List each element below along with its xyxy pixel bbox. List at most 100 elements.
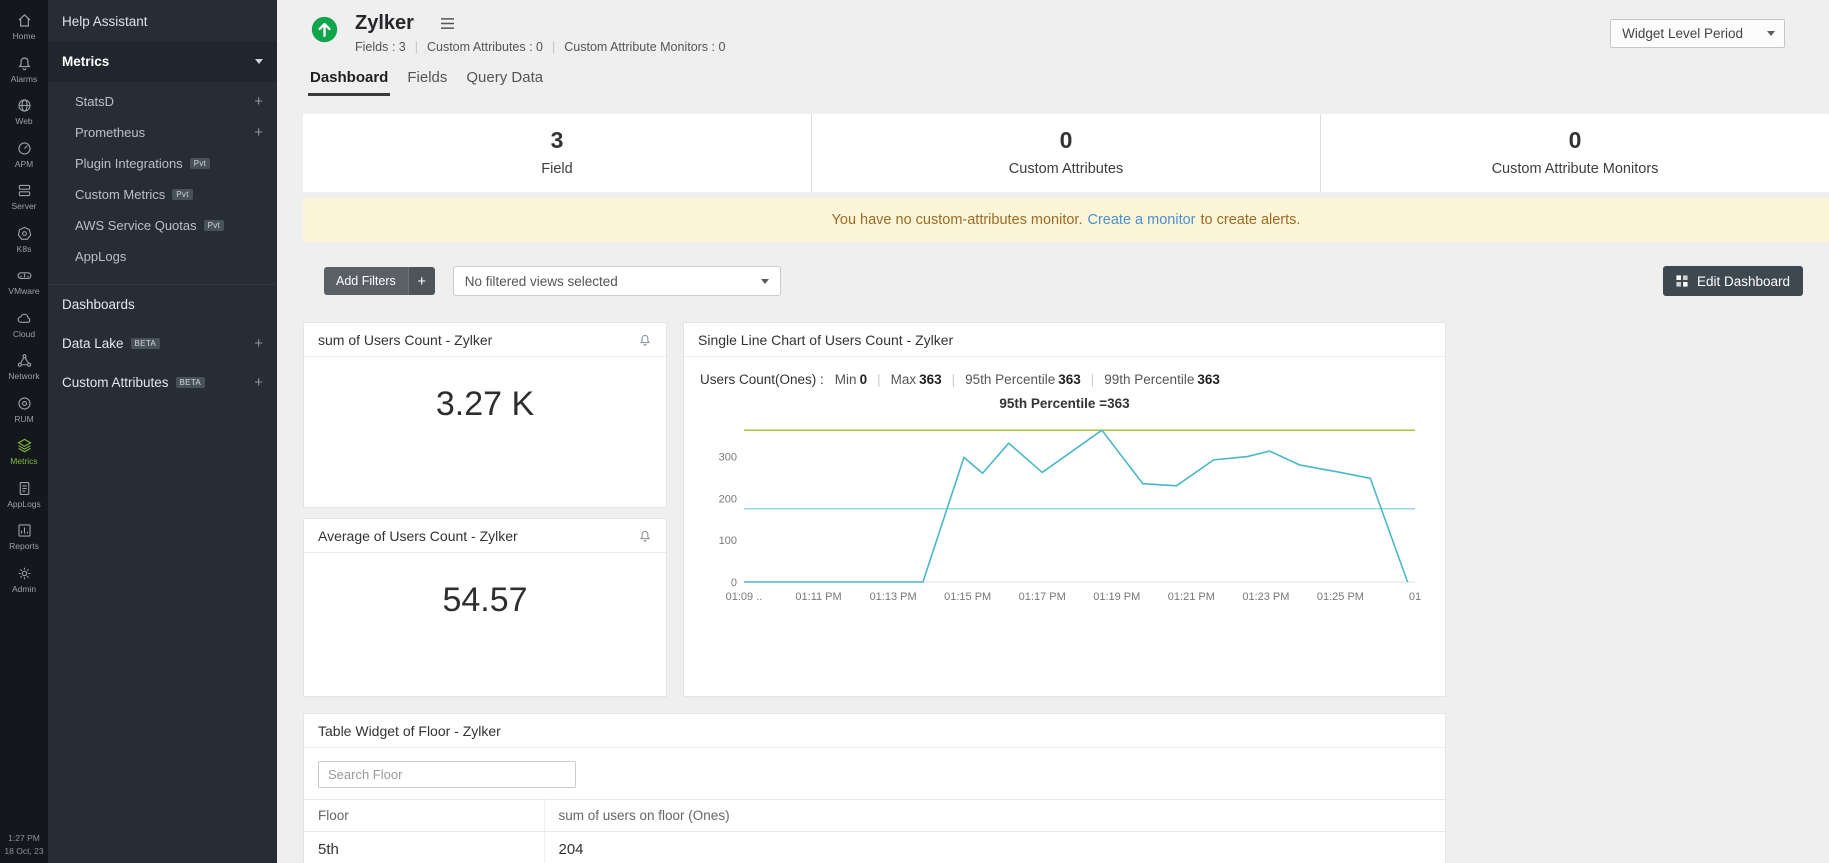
cell-sum: 204 bbox=[544, 831, 1445, 863]
nav-sidebar: Help Assistant Metrics StatsD + Promethe… bbox=[48, 0, 277, 863]
filtered-views-dropdown[interactable]: No filtered views selected bbox=[452, 266, 781, 296]
nav-item-label: AWS Service Quotas bbox=[75, 218, 197, 233]
expand-plus-icon[interactable]: + bbox=[254, 375, 263, 390]
alert-bell-icon[interactable] bbox=[638, 529, 652, 543]
nav-item-dashboards[interactable]: Dashboards bbox=[48, 284, 277, 324]
rail-item-metrics[interactable]: Metrics bbox=[0, 429, 48, 472]
nav-item-label: Prometheus bbox=[75, 125, 146, 140]
nav-item-label: AppLogs bbox=[75, 249, 127, 264]
filtered-views-value: No filtered views selected bbox=[464, 273, 618, 289]
widget-title: Average of Users Count - Zylker bbox=[318, 527, 518, 544]
widget-level-period-select[interactable]: Widget Level Period bbox=[1610, 19, 1785, 48]
banner-text-after: to create alerts. bbox=[1200, 212, 1301, 228]
rail-clock: 1:27 PM 18 Oct, 23 bbox=[0, 832, 48, 857]
rail-item-cloud[interactable]: Cloud bbox=[0, 302, 48, 345]
widgets-left-column: sum of Users Count - Zylker 3.27 K Avera… bbox=[303, 322, 667, 697]
monitor-meta: Fields : 3 | Custom Attributes : 0 | Custom … bbox=[355, 40, 725, 54]
rail-item-network[interactable]: Network bbox=[0, 344, 48, 387]
meta-separator: | bbox=[414, 40, 418, 54]
nav-item-data-lake[interactable]: Data Lake BETA + bbox=[48, 324, 277, 363]
rail-item-k8s[interactable]: K8s bbox=[0, 217, 48, 260]
nav-item-help-assistant[interactable]: Help Assistant bbox=[48, 0, 277, 41]
rail-item-label: Home bbox=[12, 31, 36, 41]
page-title: Zylker bbox=[355, 12, 414, 34]
svg-text:01:11 PM: 01:11 PM bbox=[795, 591, 841, 603]
tab-fields[interactable]: Fields bbox=[405, 69, 449, 96]
stat-value: 3 bbox=[550, 127, 564, 153]
alert-bell-icon[interactable] bbox=[638, 333, 652, 347]
table-widget-card: Table Widget of Floor - Zylker Floor sum… bbox=[303, 713, 1446, 863]
bell-icon bbox=[18, 56, 30, 70]
create-monitor-link[interactable]: Create a monitor bbox=[1088, 212, 1196, 228]
stat-label: Field bbox=[541, 161, 573, 177]
table-row[interactable]: 5th 204 bbox=[304, 831, 1445, 863]
legend-stat-min: Min 0 bbox=[834, 372, 868, 387]
rail-item-admin[interactable]: Admin bbox=[0, 557, 48, 600]
stat-custom-attributes: 0 Custom Attributes bbox=[812, 114, 1321, 192]
rail-item-label: Alarms bbox=[10, 73, 38, 84]
nav-item-plugin-integrations[interactable]: Plugin Integrations Pvt bbox=[48, 148, 277, 179]
tab-dashboard[interactable]: Dashboard bbox=[308, 69, 391, 96]
tab-query-data[interactable]: Query Data bbox=[464, 69, 545, 96]
expand-plus-icon[interactable]: + bbox=[254, 125, 263, 140]
nav-section-label: Metrics bbox=[62, 54, 110, 69]
rail-item-rum[interactable]: RUM bbox=[0, 387, 48, 430]
svg-text:01:17 PM: 01:17 PM bbox=[1019, 591, 1066, 603]
add-filters-button[interactable]: Add Filters + bbox=[324, 267, 435, 295]
rail-item-label: VMware bbox=[8, 286, 40, 296]
nav-item-prometheus[interactable]: Prometheus + bbox=[48, 117, 277, 148]
vmware-icon bbox=[17, 272, 31, 279]
nav-item-aws-service-quotas[interactable]: AWS Service Quotas Pvt bbox=[48, 210, 277, 241]
rail-item-home[interactable]: Home bbox=[0, 4, 48, 47]
rail-item-label: Network bbox=[8, 371, 40, 381]
table-header-row: Floor sum of users on floor (Ones) bbox=[304, 799, 1445, 832]
caret-down-icon bbox=[760, 278, 769, 284]
cloud-icon bbox=[17, 313, 30, 323]
column-header-floor: Floor bbox=[304, 799, 545, 832]
edit-dashboard-label: Edit Dashboard bbox=[1696, 273, 1790, 289]
nav-item-applogs[interactable]: AppLogs bbox=[48, 241, 277, 272]
rail-item-apm[interactable]: APM bbox=[0, 132, 48, 175]
clock-time: 1:27 PM bbox=[8, 833, 40, 844]
nav-item-statsd[interactable]: StatsD + bbox=[48, 86, 277, 117]
widgets-row: sum of Users Count - Zylker 3.27 K Avera… bbox=[303, 322, 1829, 697]
stat-label: Custom Attribute Monitors bbox=[1491, 161, 1659, 177]
stat-custom-attribute-monitors: 0 Custom Attribute Monitors bbox=[1321, 114, 1829, 192]
nav-item-label: StatsD bbox=[75, 94, 115, 109]
status-up-icon bbox=[310, 15, 339, 44]
rail-item-server[interactable]: Server bbox=[0, 174, 48, 217]
app-root: Home Alarms Web APM Server K8s VMware Cl… bbox=[0, 0, 1829, 863]
legend-stat-p95: 95th Percentile 363 bbox=[965, 372, 1081, 387]
rail-item-label: APM bbox=[14, 158, 34, 169]
table-search bbox=[318, 761, 1431, 788]
monitor-menu-icon[interactable] bbox=[440, 17, 455, 30]
reports-chart-icon bbox=[17, 524, 31, 537]
rail-item-label: K8s bbox=[16, 243, 32, 254]
legend-stat-p99: 99th Percentile 363 bbox=[1104, 372, 1220, 387]
nav-item-custom-attributes[interactable]: Custom Attributes BETA + bbox=[48, 363, 277, 402]
add-filter-plus-icon[interactable]: + bbox=[407, 267, 435, 295]
network-icon bbox=[17, 354, 31, 367]
clock-date: 18 Oct, 23 bbox=[4, 845, 44, 856]
expand-plus-icon[interactable]: + bbox=[254, 336, 263, 351]
icon-rail: Home Alarms Web APM Server K8s VMware Cl… bbox=[0, 0, 48, 863]
globe-icon bbox=[17, 99, 31, 112]
nav-section-metrics[interactable]: Metrics bbox=[48, 41, 277, 82]
nav-item-label: Plugin Integrations bbox=[75, 156, 183, 171]
edit-dashboard-button[interactable]: Edit Dashboard bbox=[1662, 266, 1803, 296]
floor-table: Floor sum of users on floor (Ones) 5th 2… bbox=[304, 799, 1445, 863]
rail-item-applogs[interactable]: AppLogs bbox=[0, 472, 48, 515]
rail-item-reports[interactable]: Reports bbox=[0, 514, 48, 557]
rail-item-alarms[interactable]: Alarms bbox=[0, 47, 48, 90]
pvt-badge: Pvt bbox=[203, 220, 225, 231]
legend-separator: | bbox=[1090, 372, 1095, 387]
nav-item-custom-metrics[interactable]: Custom Metrics Pvt bbox=[48, 179, 277, 210]
svg-text:01:21 PM: 01:21 PM bbox=[1168, 591, 1215, 603]
expand-plus-icon[interactable]: + bbox=[254, 94, 263, 109]
rail-item-vmware[interactable]: VMware bbox=[0, 259, 48, 302]
rail-item-web[interactable]: Web bbox=[0, 89, 48, 132]
svg-text:01:19 PM: 01:19 PM bbox=[1093, 591, 1140, 603]
widget-title: Table Widget of Floor - Zylker bbox=[318, 722, 501, 739]
search-floor-input[interactable] bbox=[318, 761, 576, 788]
nav-item-label: Custom Metrics bbox=[75, 187, 166, 202]
